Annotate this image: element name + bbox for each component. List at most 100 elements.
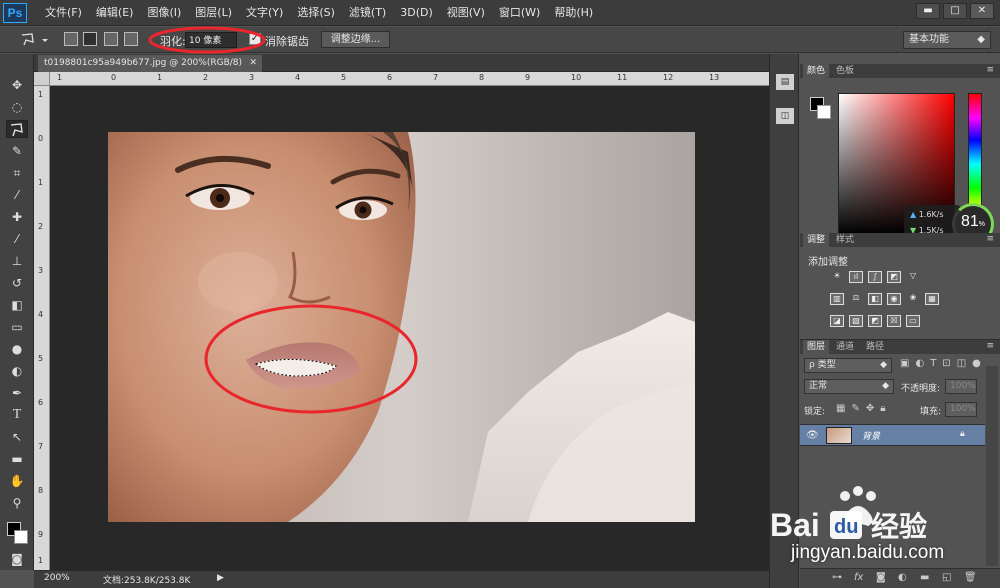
invert-icon[interactable]: ◪ xyxy=(830,315,844,327)
selective-color-icon[interactable]: ☒ xyxy=(887,315,901,327)
visibility-eye-icon[interactable]: 👁︎ xyxy=(806,430,819,441)
menu-filter[interactable]: 滤镜(T) xyxy=(342,0,393,26)
clone-stamp-tool-icon[interactable]: ⊥ xyxy=(6,252,28,270)
channel-mixer-icon[interactable]: ❀ xyxy=(906,293,920,305)
close-button[interactable]: ✕ xyxy=(970,3,994,19)
lock-all-icon[interactable]: 🔒︎ xyxy=(880,403,885,414)
layer-filter-select[interactable]: ρ 类型 ◆ xyxy=(804,358,892,373)
quick-mask-icon[interactable]: ◙ xyxy=(6,550,28,568)
history-panel-icon[interactable]: ▤ xyxy=(776,74,794,90)
zoom-tool-icon[interactable]: ⚲ xyxy=(6,494,28,512)
layer-name[interactable]: 背景 xyxy=(862,429,880,442)
fill-input[interactable]: 100% xyxy=(945,402,977,417)
tab-swatches[interactable]: 色板 xyxy=(832,64,858,78)
levels-icon[interactable]: ıl xyxy=(849,271,863,283)
subtract-selection-icon[interactable] xyxy=(104,32,118,46)
close-icon[interactable]: ✕ xyxy=(249,55,257,72)
black-white-icon[interactable]: ◧ xyxy=(868,293,882,305)
color-panel-background-swatch[interactable] xyxy=(817,105,831,119)
type-tool-icon[interactable]: T xyxy=(6,406,28,424)
exposure-icon[interactable]: ◩ xyxy=(887,271,901,283)
menu-select[interactable]: 选择(S) xyxy=(290,0,342,26)
canvas-area[interactable] xyxy=(50,86,769,570)
antialias-checkbox[interactable]: ✓ xyxy=(249,33,261,45)
restore-button[interactable]: □ xyxy=(943,3,967,19)
lock-position-icon[interactable]: ✥ xyxy=(866,403,874,414)
filter-smart-object-icon[interactable]: ◫ xyxy=(957,358,966,369)
hue-saturation-icon[interactable]: ▥ xyxy=(830,293,844,305)
threshold-icon[interactable]: ◩ xyxy=(868,315,882,327)
filter-shape-icon[interactable]: ⊡ xyxy=(942,358,950,369)
hand-tool-icon[interactable]: ✋ xyxy=(6,472,28,490)
menu-image[interactable]: 图像(I) xyxy=(140,0,188,26)
ruler-origin[interactable] xyxy=(34,72,50,86)
tab-layers[interactable]: 图层 xyxy=(803,340,830,354)
rectangle-tool-icon[interactable]: ▬ xyxy=(6,450,28,468)
brush-tool-icon[interactable]: ⁄ xyxy=(6,230,28,248)
color-lookup-icon[interactable]: ▦ xyxy=(925,293,939,305)
fill-label: 填充: xyxy=(920,407,942,417)
menu-help[interactable]: 帮助(H) xyxy=(547,0,600,26)
menu-file[interactable]: 文件(F) xyxy=(38,0,89,26)
document-tab[interactable]: t0198801c95a949b677.jpg @ 200%(RGB/8) ✕ xyxy=(38,55,262,72)
lock-pixels-icon[interactable]: ✎ xyxy=(851,403,859,414)
tab-color[interactable]: 颜色 xyxy=(803,64,830,78)
marquee-tool-icon[interactable]: ◌ xyxy=(6,98,28,116)
intersect-selection-icon[interactable] xyxy=(124,32,138,46)
vibrance-icon[interactable]: ▽ xyxy=(906,271,920,283)
tab-styles[interactable]: 样式 xyxy=(832,233,858,247)
lasso-tool-icon[interactable] xyxy=(6,120,28,138)
quick-selection-tool-icon[interactable]: ✎ xyxy=(6,142,28,160)
filter-pixel-icon[interactable]: ▣ xyxy=(900,358,909,369)
dodge-tool-icon[interactable]: ◐ xyxy=(6,362,28,380)
menu-view[interactable]: 视图(V) xyxy=(440,0,492,26)
portrait-photo[interactable] xyxy=(108,132,695,522)
new-selection-icon[interactable] xyxy=(64,32,78,46)
move-tool-icon[interactable]: ✥ xyxy=(6,76,28,94)
adjustments-row-2: ▥ ⚖ ◧ ◉ ❀ ▦ xyxy=(830,293,939,305)
panel-menu-icon[interactable]: ≡ xyxy=(986,234,994,244)
blend-mode-select[interactable]: 正常 ◆ xyxy=(804,379,894,394)
feather-input[interactable]: 10 像素 xyxy=(185,32,237,48)
eraser-tool-icon[interactable]: ◧ xyxy=(6,296,28,314)
gradient-map-icon[interactable]: ▭ xyxy=(906,315,920,327)
background-color-swatch[interactable] xyxy=(14,530,28,544)
curves-icon[interactable]: ∫ xyxy=(868,271,882,283)
color-balance-icon[interactable]: ⚖ xyxy=(849,293,863,305)
eyedropper-tool-icon[interactable]: ⁄ xyxy=(6,186,28,204)
lock-transparent-icon[interactable]: ▦ xyxy=(836,403,845,414)
menu-edit[interactable]: 编辑(E) xyxy=(89,0,141,26)
filter-adjustment-icon[interactable]: ◐ xyxy=(915,358,924,369)
brightness-icon[interactable]: ☀ xyxy=(830,271,844,283)
zoom-level[interactable]: 200% xyxy=(44,573,70,583)
posterize-icon[interactable]: ▧ xyxy=(849,315,863,327)
healing-brush-tool-icon[interactable]: ✚ xyxy=(6,208,28,226)
history-brush-tool-icon[interactable]: ↺ xyxy=(6,274,28,292)
photo-filter-icon[interactable]: ◉ xyxy=(887,293,901,305)
path-selection-tool-icon[interactable]: ↖ xyxy=(6,428,28,446)
workspace-select[interactable]: 基本功能 ◆ xyxy=(903,31,991,49)
status-menu-arrow-icon[interactable]: ▶ xyxy=(217,573,224,583)
opacity-input[interactable]: 100% xyxy=(945,379,977,394)
blur-tool-icon[interactable]: ● xyxy=(6,340,28,358)
tab-adjustments[interactable]: 调整 xyxy=(803,233,830,247)
panel-menu-icon[interactable]: ≡ xyxy=(986,341,994,351)
polygonal-lasso-preset-icon[interactable] xyxy=(20,32,50,48)
properties-panel-icon[interactable]: ◫ xyxy=(776,108,794,124)
gradient-tool-icon[interactable]: ▭ xyxy=(6,318,28,336)
tab-paths[interactable]: 路径 xyxy=(862,340,888,354)
menu-layer[interactable]: 图层(L) xyxy=(188,0,239,26)
refine-edge-button[interactable]: 调整边缘... xyxy=(321,31,390,48)
crop-tool-icon[interactable]: ⌗ xyxy=(6,164,28,182)
pen-tool-icon[interactable]: ✒ xyxy=(6,384,28,402)
minimize-button[interactable]: ▬ xyxy=(916,3,940,19)
filter-type-icon[interactable]: T xyxy=(930,358,936,369)
layer-row-background[interactable]: 👁︎ 背景 🔒︎ xyxy=(800,424,985,446)
menu-window[interactable]: 窗口(W) xyxy=(492,0,547,26)
menu-type[interactable]: 文字(Y) xyxy=(239,0,290,26)
add-selection-icon[interactable] xyxy=(83,32,97,46)
panel-menu-icon[interactable]: ≡ xyxy=(986,65,994,75)
tab-channels[interactable]: 通道 xyxy=(832,340,858,354)
filter-toggle-icon[interactable]: ● xyxy=(972,358,981,369)
menu-3d[interactable]: 3D(D) xyxy=(393,0,440,26)
